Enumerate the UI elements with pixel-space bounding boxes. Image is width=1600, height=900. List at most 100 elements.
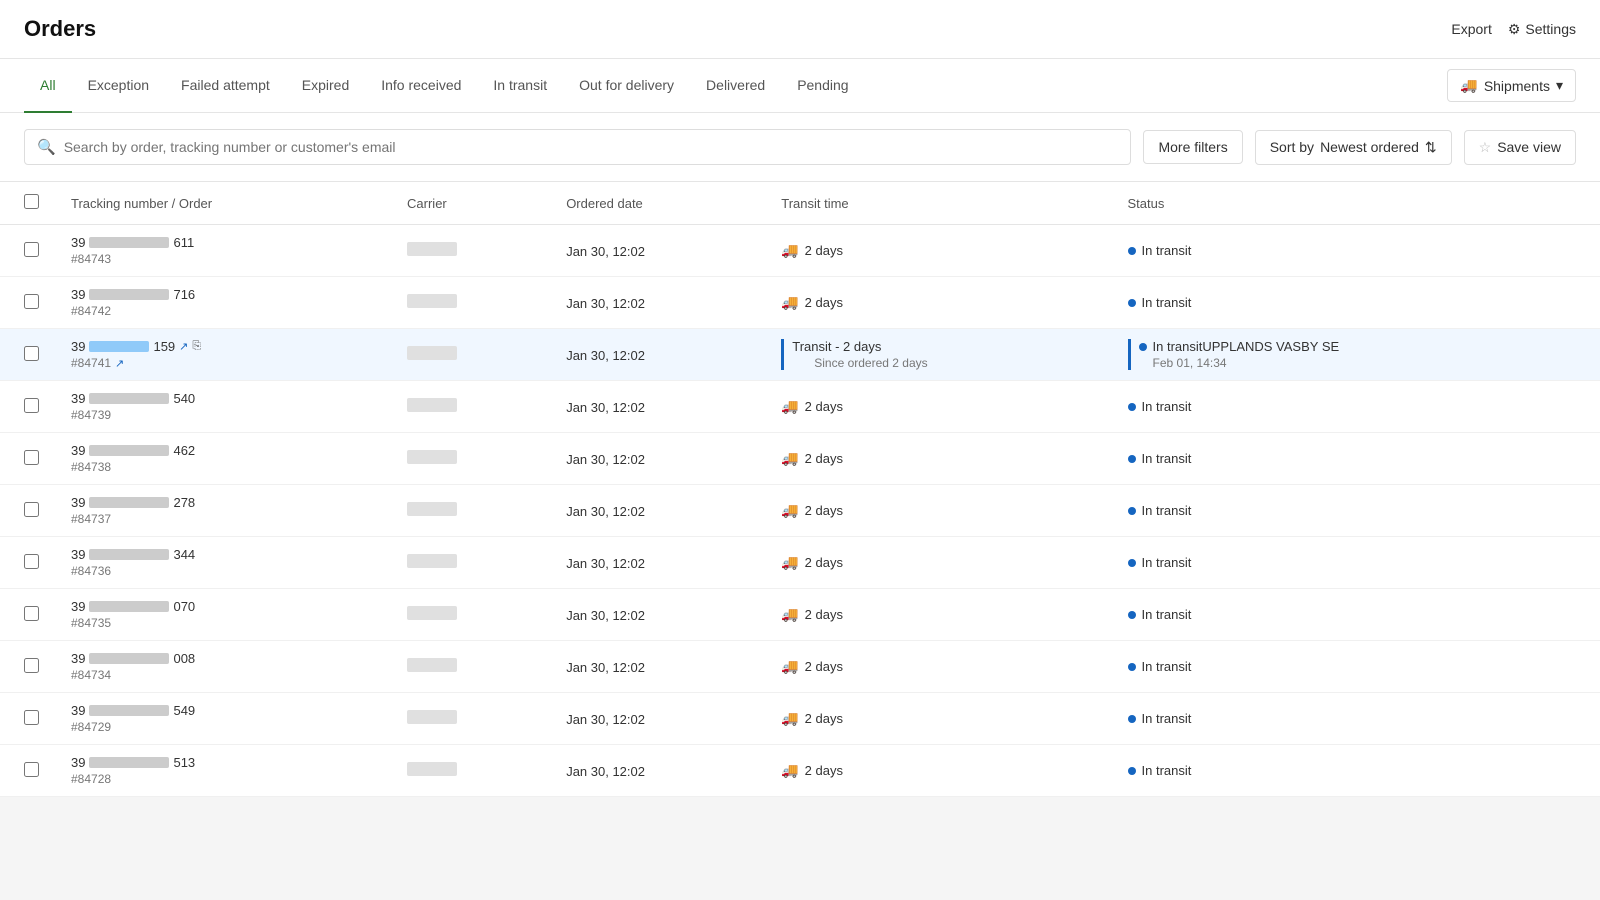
- status-label: In transit: [1142, 243, 1192, 258]
- table-row: 39513 #84728 Jan 30, 12:02 🚚 2 days In t…: [0, 745, 1600, 797]
- order-number: #84734: [71, 668, 375, 682]
- status-date: Feb 01, 14:34: [1139, 356, 1576, 370]
- transit-time-cell: 🚚 2 days: [765, 485, 1111, 537]
- truck-icon: 🚚: [781, 294, 798, 311]
- save-view-button[interactable]: ☆ Save view: [1464, 130, 1576, 165]
- transit-info: 🚚 2 days: [781, 762, 1095, 779]
- carrier-cell: [391, 277, 550, 329]
- star-icon: ☆: [1479, 139, 1492, 156]
- ordered-date: Jan 30, 12:02: [566, 608, 645, 623]
- page-header: Orders Export ⚙ Settings: [0, 0, 1600, 59]
- carrier-cell: [391, 329, 550, 381]
- order-number: #84741 ↗: [71, 356, 375, 370]
- ordered-date-cell: Jan 30, 12:02: [550, 693, 765, 745]
- tab-exception[interactable]: Exception: [72, 59, 165, 113]
- ordered-date-cell: Jan 30, 12:02: [550, 277, 765, 329]
- col-checkbox: [0, 182, 55, 225]
- carrier-logo: [407, 294, 457, 308]
- select-all-checkbox[interactable]: [24, 194, 39, 209]
- transit-days: 🚚 2 days: [781, 606, 1095, 623]
- external-link-icon[interactable]: ↗: [179, 340, 188, 353]
- col-ordered-date: Ordered date: [550, 182, 765, 225]
- status-info: In transit: [1128, 555, 1576, 570]
- tab-expired[interactable]: Expired: [286, 59, 365, 113]
- status-dot: [1128, 767, 1136, 775]
- transit-info: 🚚 2 days: [781, 294, 1095, 311]
- row-checkbox[interactable]: [24, 294, 39, 309]
- status-dot: [1128, 455, 1136, 463]
- col-status: Status: [1112, 182, 1600, 225]
- row-checkbox[interactable]: [24, 762, 39, 777]
- status-cell: In transit: [1112, 641, 1600, 693]
- row-checkbox[interactable]: [24, 346, 39, 361]
- transit-info: 🚚 2 days: [781, 398, 1095, 415]
- transit-info: 🚚 2 days: [781, 554, 1095, 571]
- transit-days: 🚚 2 days: [781, 502, 1095, 519]
- row-checkbox[interactable]: [24, 502, 39, 517]
- row-checkbox[interactable]: [24, 242, 39, 257]
- link-icon[interactable]: ↗: [115, 357, 124, 370]
- filters-row: 🔍 More filters Sort byNewest ordered ⇅ ☆…: [0, 113, 1600, 182]
- row-checkbox[interactable]: [24, 710, 39, 725]
- row-checkbox[interactable]: [24, 658, 39, 673]
- carrier-logo: [407, 450, 457, 464]
- row-checkbox[interactable]: [24, 450, 39, 465]
- copy-icon[interactable]: ⎘: [192, 340, 201, 353]
- status-label: In transit: [1142, 555, 1192, 570]
- ordered-date-cell: Jan 30, 12:02: [550, 537, 765, 589]
- tab-delivered[interactable]: Delivered: [690, 59, 781, 113]
- transit-time-cell: 🚚 2 days: [765, 381, 1111, 433]
- export-button[interactable]: Export: [1451, 21, 1491, 37]
- truck-icon: 🚚: [781, 710, 798, 727]
- transit-time-cell: 🚚 2 days: [765, 537, 1111, 589]
- carrier-cell: [391, 745, 550, 797]
- tab-in-transit[interactable]: In transit: [477, 59, 563, 113]
- sort-button[interactable]: Sort byNewest ordered ⇅: [1255, 130, 1452, 165]
- truck-icon: 🚚: [781, 450, 798, 467]
- ordered-date: Jan 30, 12:02: [566, 244, 645, 259]
- status-cell: In transit: [1112, 589, 1600, 641]
- transit-days: 🚚 2 days: [781, 294, 1095, 311]
- order-number: #84729: [71, 720, 375, 734]
- status-cell: In transit: [1112, 485, 1600, 537]
- status-cell: In transit: [1112, 225, 1600, 277]
- tab-info-received[interactable]: Info received: [365, 59, 477, 113]
- status-info: In transitUPPLANDS VASBY SE Feb 01, 14:3…: [1128, 339, 1576, 370]
- tracking-cell: 39344 #84736: [55, 537, 391, 589]
- status-cell: In transit: [1112, 537, 1600, 589]
- ordered-date: Jan 30, 12:02: [566, 452, 645, 467]
- shipments-button[interactable]: 🚚 Shipments ▾: [1447, 69, 1576, 102]
- table-row: 39278 #84737 Jan 30, 12:02 🚚 2 days In t…: [0, 485, 1600, 537]
- tab-out-for-delivery[interactable]: Out for delivery: [563, 59, 690, 113]
- transit-days: 🚚 2 days: [781, 450, 1095, 467]
- status-info: In transit: [1128, 451, 1576, 466]
- status-info: In transit: [1128, 399, 1576, 414]
- carrier-logo: [407, 658, 457, 672]
- settings-button[interactable]: ⚙ Settings: [1508, 21, 1576, 38]
- tab-failed-attempt[interactable]: Failed attempt: [165, 59, 286, 113]
- order-number: #84736: [71, 564, 375, 578]
- search-input[interactable]: [64, 139, 1119, 155]
- status-label: In transit: [1142, 659, 1192, 674]
- tab-pending[interactable]: Pending: [781, 59, 864, 113]
- row-checkbox[interactable]: [24, 606, 39, 621]
- table-row: 39549 #84729 Jan 30, 12:02 🚚 2 days In t…: [0, 693, 1600, 745]
- transit-info: 🚚 2 days: [781, 606, 1095, 623]
- tracking-cell: 39070 #84735: [55, 589, 391, 641]
- transit-info: 🚚 2 days: [781, 658, 1095, 675]
- orders-table: Tracking number / Order Carrier Ordered …: [0, 182, 1600, 797]
- row-checkbox[interactable]: [24, 554, 39, 569]
- search-icon: 🔍: [37, 138, 56, 156]
- truck-icon: 🚚: [781, 606, 798, 623]
- transit-info: 🚚 2 days: [781, 242, 1095, 259]
- sort-icon: ⇅: [1425, 139, 1437, 156]
- tabs-row: All Exception Failed attempt Expired Inf…: [0, 59, 1600, 113]
- tracking-cell: 39278 #84737: [55, 485, 391, 537]
- tab-all[interactable]: All: [24, 59, 72, 113]
- row-checkbox[interactable]: [24, 398, 39, 413]
- tracking-number: 39070: [71, 599, 375, 614]
- more-filters-button[interactable]: More filters: [1143, 130, 1242, 164]
- ordered-date-cell: Jan 30, 12:02: [550, 433, 765, 485]
- carrier-logo: [407, 346, 457, 360]
- status-dot: [1128, 299, 1136, 307]
